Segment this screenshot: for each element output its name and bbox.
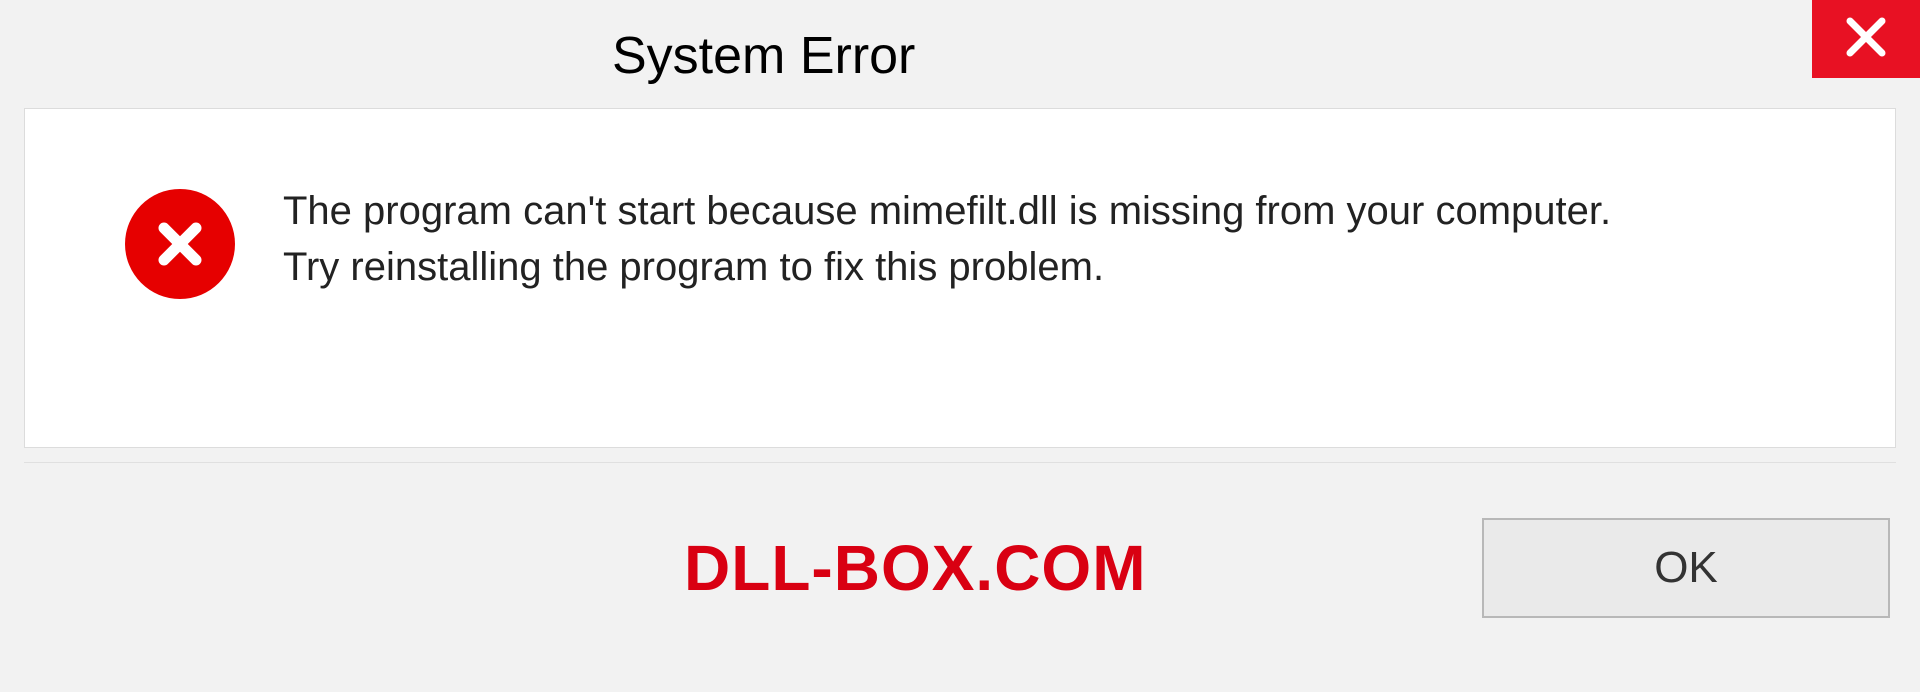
error-message-line2: Try reinstalling the program to fix this… — [283, 239, 1611, 295]
window-title: System Error — [612, 26, 915, 86]
close-button[interactable] — [1812, 0, 1920, 78]
error-icon — [125, 189, 235, 299]
error-message: The program can't start because mimefilt… — [283, 183, 1611, 295]
dialog-footer: DLL-BOX.COM OK — [24, 462, 1896, 672]
brand-watermark: DLL-BOX.COM — [684, 531, 1147, 605]
titlebar: System Error — [0, 0, 1920, 100]
dialog-content: The program can't start because mimefilt… — [24, 108, 1896, 448]
close-icon — [1844, 15, 1888, 64]
ok-button[interactable]: OK — [1482, 518, 1890, 618]
error-message-line1: The program can't start because mimefilt… — [283, 183, 1611, 239]
